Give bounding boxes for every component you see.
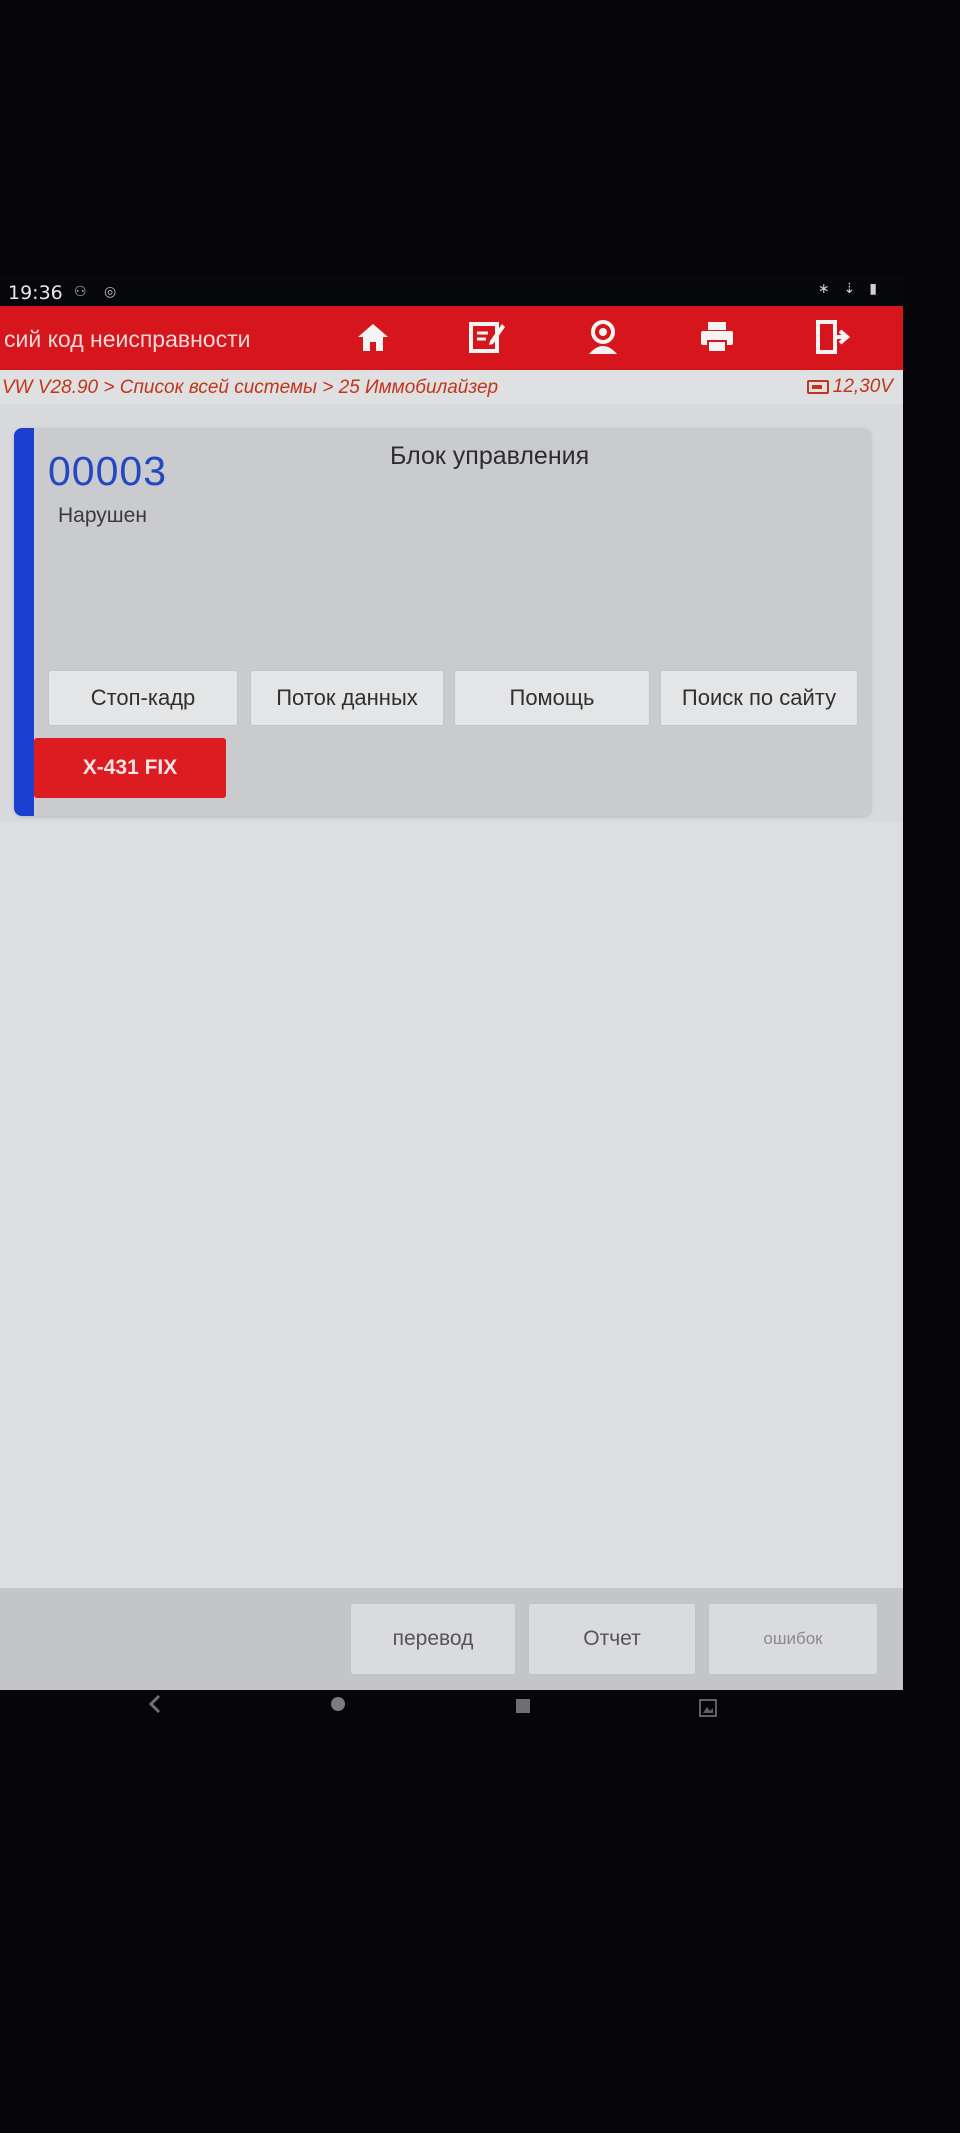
x431-fix-button[interactable]: X-431 FIX [34, 738, 226, 798]
notification-icon: ⚇ [74, 284, 87, 300]
printer-icon [701, 322, 733, 353]
report-button[interactable]: Отчет [528, 1603, 696, 1675]
voltage-indicator: 12,30V [806, 376, 893, 398]
content-area [0, 822, 903, 1588]
status-time: 19:36 [8, 282, 63, 304]
dtc-code: 00003 [48, 448, 168, 494]
android-nav-bar [0, 1690, 903, 1736]
home-button[interactable] [346, 314, 400, 360]
recents-icon[interactable] [515, 1698, 531, 1714]
battery-icon [806, 380, 829, 394]
dtc-status: Нарушен [58, 504, 147, 527]
screen-title: сий код неисправности [4, 326, 251, 352]
sync-icon: ◎ [104, 284, 117, 300]
voltage-value: 12,30V [832, 376, 893, 397]
data-stream-button[interactable]: Поток данных [250, 670, 444, 726]
exit-icon [816, 320, 851, 354]
translate-button[interactable]: перевод [350, 1603, 516, 1675]
breadcrumb[interactable]: VW V28.90 > Список всей системы > 25 Имм… [2, 377, 498, 399]
control-unit-header: Блок управления [390, 442, 590, 470]
status-icons: ∗⇣▮ [817, 281, 891, 297]
user-icon [589, 320, 617, 354]
card-accent-bar [14, 428, 34, 816]
home-circle-icon[interactable] [330, 1696, 346, 1712]
bottom-bar: перевод Отчет ошибок [0, 1588, 903, 1690]
edit-button[interactable] [460, 314, 514, 360]
edit-icon [469, 322, 505, 353]
tablet-screen: 19:36 ⚇ ◎ ∗⇣▮ сий код неисправности VW V… [0, 276, 903, 1690]
home-icon [358, 324, 388, 351]
freeze-frame-button[interactable]: Стоп-кадр [48, 670, 238, 726]
web-search-button[interactable]: Поиск по сайту [660, 670, 858, 726]
exit-button[interactable] [806, 314, 860, 360]
help-button[interactable]: Помощь [454, 670, 650, 726]
back-icon[interactable] [148, 1694, 162, 1714]
status-bar: 19:36 ⚇ ◎ ∗⇣▮ [0, 276, 903, 306]
print-button[interactable] [690, 314, 744, 360]
screenshot-icon[interactable] [698, 1698, 718, 1718]
errors-button[interactable]: ошибок [708, 1603, 878, 1675]
photo-of-tablet: 19:36 ⚇ ◎ ∗⇣▮ сий код неисправности VW V… [0, 0, 960, 2133]
user-button[interactable] [576, 314, 630, 360]
title-bar: сий код неисправности [0, 306, 903, 370]
breadcrumb-bar: VW V28.90 > Список всей системы > 25 Имм… [0, 370, 903, 404]
